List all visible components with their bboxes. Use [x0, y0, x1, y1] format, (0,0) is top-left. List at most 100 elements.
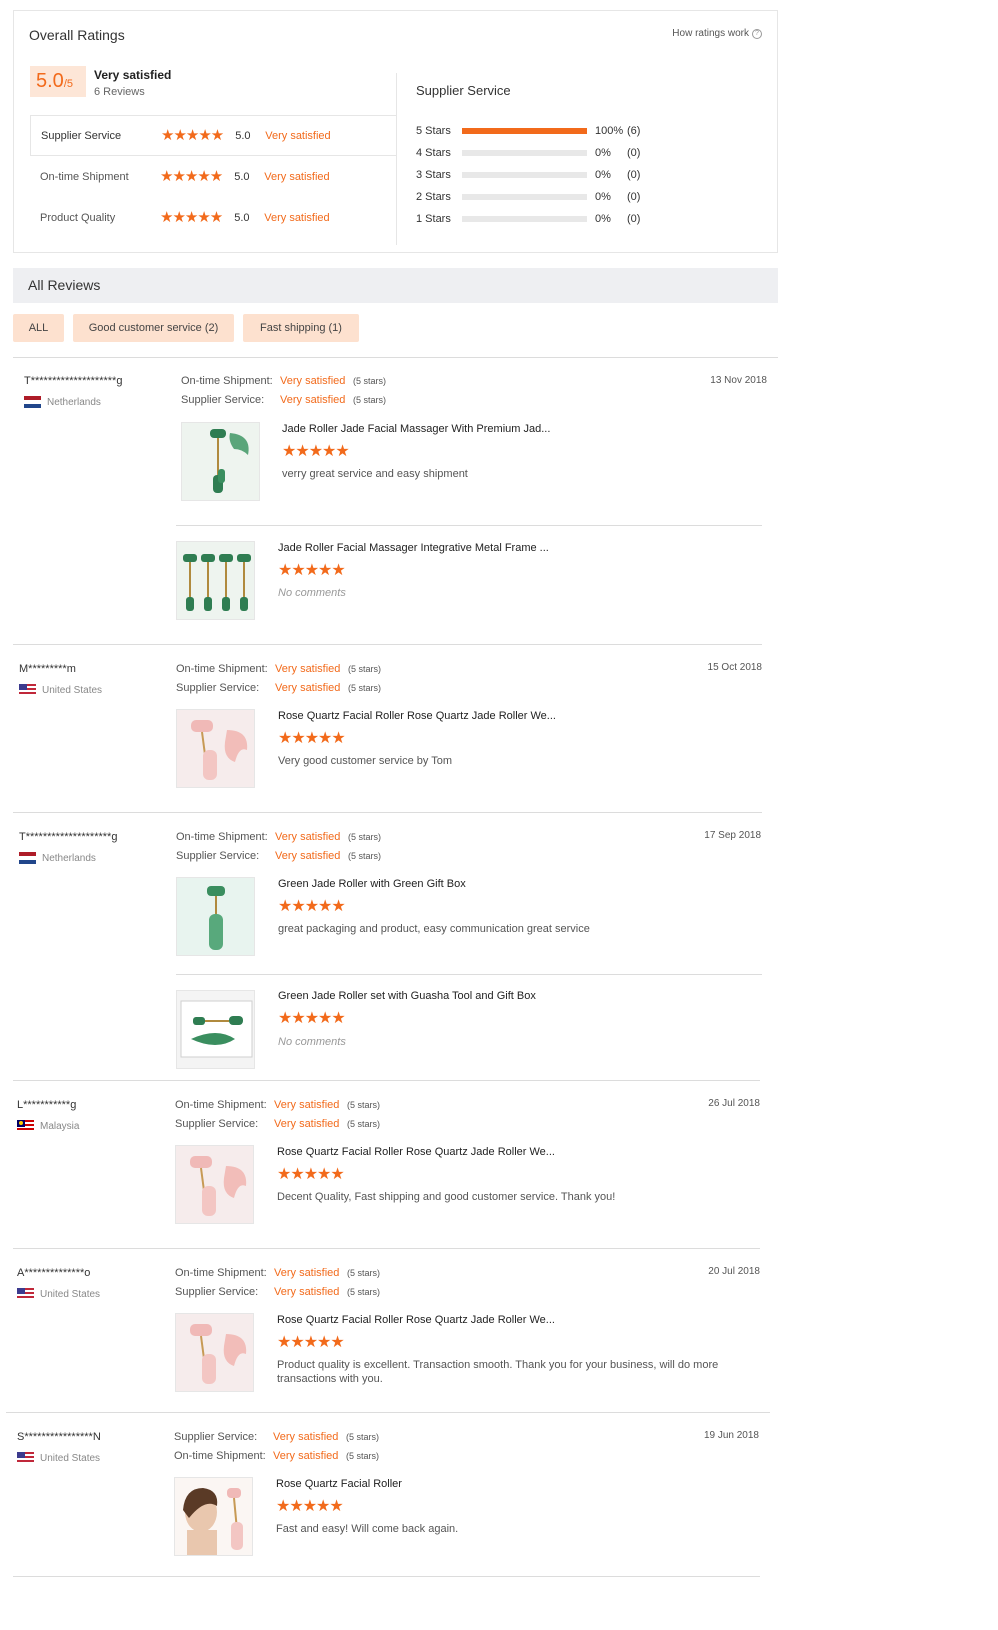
product-title[interactable]: Rose Quartz Facial Roller Rose Quartz Ja… — [277, 1146, 555, 1158]
divider — [6, 1412, 770, 1413]
filter-good-service-button[interactable]: Good customer service (2) — [73, 314, 234, 342]
divider — [13, 644, 762, 645]
rating-row-on-time-shipment[interactable]: On-time Shipment ★★★★★ 5.0 Very satisfie… — [30, 156, 397, 197]
review-meta-line: On-time Shipment: Very satisfied (5 star… — [181, 375, 386, 387]
review-comment: No comments — [278, 1036, 346, 1048]
star-bar-row: 3 Stars 0% (0) — [416, 168, 640, 182]
product-star-rating-icon: ★★★★★ — [282, 443, 350, 460]
star-bar-percent: 0% — [595, 147, 611, 159]
product-thumbnail[interactable] — [176, 990, 255, 1069]
rose-quartz-roller-image-icon — [190, 1324, 247, 1384]
reviewer-country-name: United States — [42, 684, 103, 696]
rose-quartz-roller-image-icon — [190, 1156, 247, 1216]
review-comment: No comments — [278, 587, 346, 599]
meta-label: Supplier Service: — [174, 1431, 258, 1443]
reviewer-country: United States — [17, 1452, 100, 1464]
rating-row-label: Supplier Service — [41, 129, 122, 142]
review-date: 19 Jun 2018 — [703, 1430, 759, 1441]
meta-stars: (5 stars) — [348, 851, 382, 861]
star-bar-percent: 0% — [595, 191, 611, 203]
product-thumbnail[interactable] — [176, 877, 255, 956]
product-title[interactable]: Green Jade Roller with Green Gift Box — [278, 878, 466, 890]
divider — [13, 812, 762, 813]
reviewer-name: L***********g — [17, 1099, 77, 1111]
product-title[interactable]: Rose Quartz Facial Roller Rose Quartz Ja… — [277, 1314, 555, 1326]
product-title[interactable]: Jade Roller Facial Massager Integrative … — [278, 542, 549, 554]
reviewer-country: United States — [19, 684, 102, 696]
product-star-rating-icon: ★★★★★ — [276, 1498, 344, 1515]
reviewer-country-name: Netherlands — [47, 396, 101, 408]
meta-value: Very satisfied — [280, 394, 346, 406]
filter-all-button[interactable]: ALL — [13, 314, 64, 342]
divider — [13, 1080, 760, 1081]
meta-value: Very satisfied — [280, 375, 346, 387]
review-comment: Fast and easy! Will come back again. — [276, 1523, 459, 1535]
star-bar-fill — [462, 128, 587, 134]
review-comment: verry great service and easy shipment — [282, 468, 468, 480]
how-ratings-work-link[interactable]: How ratings work ? — [672, 28, 762, 39]
meta-stars: (5 stars) — [348, 664, 382, 674]
overall-score-denominator: /5 — [63, 78, 73, 90]
meta-label: Supplier Service: — [181, 394, 265, 406]
rating-row-score: 5.0 — [234, 170, 250, 183]
star-bar-row: 5 Stars 100% (6) — [416, 124, 640, 138]
meta-value: Very satisfied — [274, 1286, 340, 1298]
product-title[interactable]: Green Jade Roller set with Guasha Tool a… — [278, 990, 536, 1002]
meta-stars: (5 stars) — [346, 1432, 380, 1442]
filter-fast-shipping-button[interactable]: Fast shipping (1) — [243, 314, 359, 342]
divider — [13, 1576, 760, 1577]
meta-value: Very satisfied — [274, 1118, 340, 1130]
product-star-rating-icon: ★★★★★ — [278, 730, 346, 747]
review-date: 13 Nov 2018 — [710, 375, 767, 386]
flag-united-states-icon — [17, 1452, 34, 1464]
green-jade-roller-image-icon — [207, 886, 225, 950]
product-title[interactable]: Rose Quartz Facial Roller Rose Quartz Ja… — [278, 710, 556, 722]
meta-label: Supplier Service: — [175, 1118, 259, 1130]
star-bar-label: 2 Stars — [416, 191, 451, 203]
product-thumbnail[interactable] — [176, 709, 255, 788]
meta-label: On-time Shipment: — [176, 831, 268, 843]
meta-stars: (5 stars) — [348, 832, 382, 842]
review-date: 15 Oct 2018 — [707, 662, 762, 673]
reviewer-name: A**************o — [17, 1267, 91, 1279]
rating-row-product-quality[interactable]: Product Quality ★★★★★ 5.0 Very satisfied — [30, 197, 397, 238]
meta-stars: (5 stars) — [348, 683, 382, 693]
how-ratings-work-label[interactable]: How ratings work — [672, 28, 749, 39]
review-date: 26 Jul 2018 — [708, 1098, 760, 1109]
review-meta-line: Supplier Service: Very satisfied (5 star… — [176, 682, 381, 694]
divider — [13, 357, 778, 358]
product-thumbnail[interactable] — [181, 422, 260, 501]
product-thumbnail[interactable] — [175, 1145, 254, 1224]
meta-stars: (5 stars) — [347, 1119, 381, 1129]
star-bar-count: (0) — [627, 147, 641, 159]
review-meta-line: On-time Shipment: Very satisfied (5 star… — [174, 1450, 379, 1462]
flag-malaysia-icon — [17, 1120, 34, 1132]
meta-value: Very satisfied — [275, 850, 341, 862]
star-bar-row: 1 Stars 0% (0) — [416, 212, 640, 226]
reviewer-country-name: United States — [40, 1288, 101, 1300]
product-thumbnail[interactable] — [174, 1477, 253, 1556]
meta-value: Very satisfied — [275, 831, 341, 843]
overall-ratings-panel: Overall Ratings How ratings work ? 5.0/5… — [13, 10, 778, 253]
star-bar-label: 4 Stars — [416, 147, 451, 159]
meta-label: Supplier Service: — [176, 850, 260, 862]
product-thumbnail[interactable] — [175, 1313, 254, 1392]
review-comment: Product quality is excellent. Transactio… — [277, 1359, 719, 1385]
reviewer-country: United States — [17, 1288, 100, 1300]
overall-reviews-count: 6 Reviews — [94, 86, 145, 98]
product-title[interactable]: Rose Quartz Facial Roller — [276, 1478, 402, 1490]
product-title[interactable]: Jade Roller Jade Facial Massager With Pr… — [282, 423, 550, 435]
product-thumbnail[interactable] — [176, 541, 255, 620]
star-bar-label: 1 Stars — [416, 213, 451, 225]
product-star-rating-icon: ★★★★★ — [278, 898, 346, 915]
meta-stars: (5 stars) — [347, 1100, 381, 1110]
reviewer-name: T********************g — [19, 831, 118, 843]
meta-label: Supplier Service: — [176, 682, 260, 694]
reviewer-name: S****************N — [17, 1431, 101, 1443]
reviewer-country: Malaysia — [17, 1120, 79, 1132]
star-bar-track — [462, 128, 587, 134]
meta-label: On-time Shipment: — [176, 663, 268, 675]
rating-row-supplier-service[interactable]: Supplier Service ★★★★★ 5.0 Very satisfie… — [30, 115, 397, 156]
star-bar-count: (6) — [627, 125, 641, 137]
help-icon[interactable]: ? — [752, 28, 762, 39]
